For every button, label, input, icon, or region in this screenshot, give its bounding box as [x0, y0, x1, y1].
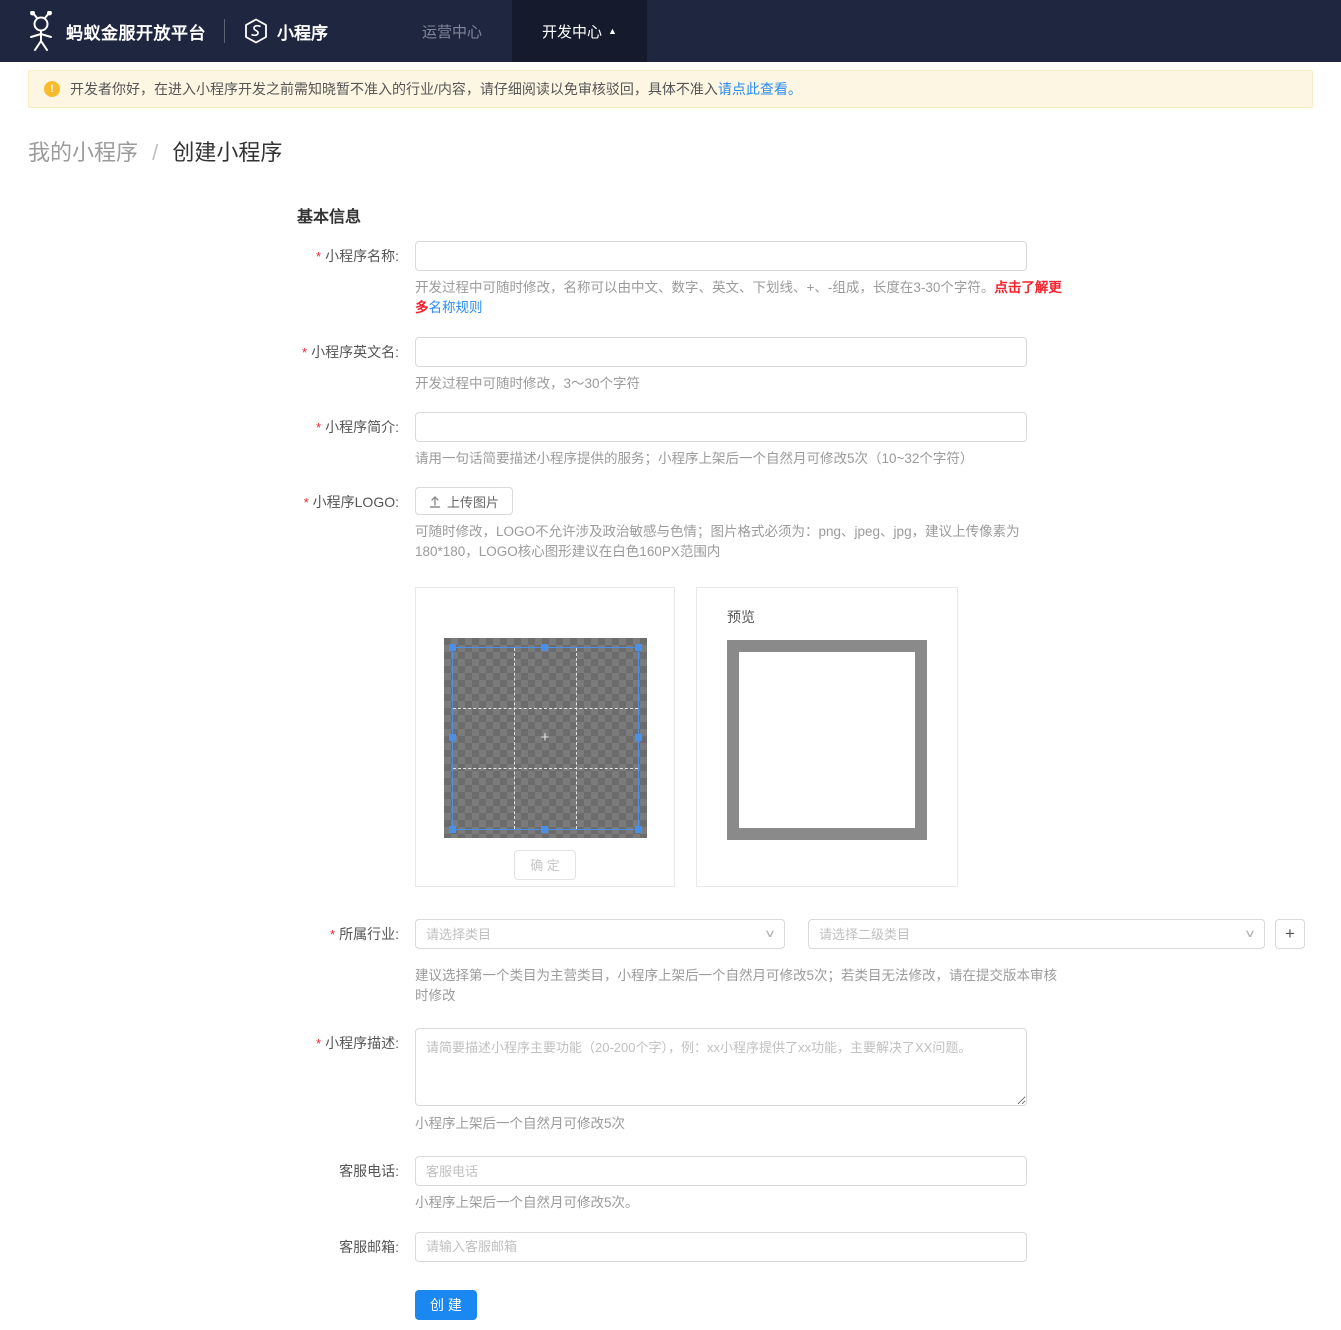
upload-icon: [429, 495, 441, 508]
field-row-phone: 客服电话: 小程序上架后一个自然月可修改5次。: [0, 1156, 1341, 1213]
create-button[interactable]: 创 建: [415, 1289, 477, 1320]
crop-panel: + 确 定: [415, 586, 675, 887]
field-row-en-name: * 小程序英文名: 开发过程中可随时修改，3～30个字符: [0, 336, 1341, 394]
field-row-logo: * 小程序LOGO: 上传图片 可随时修改，LOGO不允许涉及政治敏感与色情；图片…: [0, 487, 1341, 919]
banner-view-link[interactable]: 请点此查看。: [718, 81, 802, 97]
preview-panel: 预览: [696, 586, 958, 887]
logo-editor: + 确 定 预览: [415, 586, 1065, 887]
field-row-email: 客服邮箱:: [0, 1231, 1341, 1262]
warning-banner: ! 开发者你好，在进入小程序开发之前需知晓暂不准入的行业/内容，请仔细阅读以免审…: [28, 70, 1313, 108]
crop-selection[interactable]: +: [448, 643, 642, 833]
industry-help: 建议选择第一个类目为主营类目，小程序上架后一个自然月可修改5次；若类目无法修改，…: [415, 967, 1058, 1003]
add-industry-button[interactable]: +: [1275, 918, 1305, 949]
crop-guide-line: [514, 647, 516, 829]
crop-canvas[interactable]: +: [443, 637, 647, 838]
nav-menu: 运营中心 开发中心 ▲: [392, 0, 647, 62]
breadcrumb: 我的小程序 / 创建小程序: [28, 135, 1313, 167]
banner-text: 开发者你好，在进入小程序开发之前需知晓暂不准入的行业/内容，请仔细阅读以免审核驳…: [70, 81, 802, 97]
name-label: * 小程序名称:: [316, 248, 399, 264]
required-mark: *: [303, 495, 309, 510]
logo-preview-box: [727, 639, 927, 840]
phone-label: 客服电话:: [339, 1163, 399, 1180]
crop-guide-line: [452, 768, 638, 770]
field-row-description: *小程序描述: 小程序上架后一个自然月可修改5次: [0, 1028, 1341, 1134]
en-name-input[interactable]: [415, 336, 1027, 367]
nav-item-dev-center[interactable]: 开发中心 ▲: [512, 0, 647, 62]
preview-title: 预览: [727, 608, 755, 625]
logo-label: * 小程序LOGO:: [303, 494, 399, 510]
page-title: 创建小程序: [172, 140, 283, 165]
name-rules-link[interactable]: 名称规则: [429, 300, 483, 315]
intro-input[interactable]: [415, 411, 1027, 442]
crop-handle-middle-left[interactable]: [448, 734, 456, 741]
crop-handle-top-right[interactable]: [634, 643, 642, 651]
industry-subcategory-select[interactable]: 请选择二级类目 ∨: [808, 918, 1265, 949]
chevron-down-icon: ∨: [763, 928, 777, 940]
chevron-down-icon: ∨: [1243, 928, 1257, 940]
brand-divider: [224, 19, 225, 43]
industry-label: * 所属行业:: [330, 925, 399, 942]
breadcrumb-separator: /: [152, 140, 159, 165]
description-help: 小程序上架后一个自然月可修改5次: [415, 1116, 626, 1131]
top-navbar: 蚂蚁金服开放平台 小程序 运营中心 开发中心 ▲: [0, 0, 1341, 62]
breadcrumb-my-miniprograms[interactable]: 我的小程序: [28, 140, 138, 165]
crop-guide-line: [452, 707, 638, 709]
en-name-label: * 小程序英文名:: [302, 343, 399, 360]
phone-help: 小程序上架后一个自然月可修改5次。: [415, 1195, 639, 1211]
description-label: * 小程序描述:: [316, 1035, 399, 1051]
email-label: 客服邮箱:: [339, 1238, 399, 1255]
crop-handle-bottom-middle[interactable]: [541, 825, 548, 833]
name-input[interactable]: [415, 241, 1027, 271]
crop-handle-middle-right[interactable]: [634, 734, 642, 741]
section-title-basic-info: 基本信息: [297, 209, 362, 226]
intro-help: 请用一句话简要描述小程序提供的服务；小程序上架后一个自然月可修改5次（10~32…: [415, 450, 974, 466]
required-mark: *: [316, 419, 322, 435]
caret-up-icon: ▲: [608, 26, 617, 36]
crop-handle-top-middle[interactable]: [541, 643, 548, 651]
miniprogram-hexagon-icon: [245, 18, 267, 44]
ant-mascot-icon: [30, 11, 52, 51]
field-row-industry: * 所属行业: 请选择类目 ∨ 请选择二级类目 ∨ + 建议选择第一个类目为主营类…: [0, 918, 1341, 1007]
required-mark: *: [302, 344, 308, 360]
brand-title: 蚂蚁金服开放平台: [66, 23, 206, 43]
intro-label: * 小程序简介:: [316, 418, 399, 435]
crosshair-icon: +: [540, 728, 550, 746]
product-area[interactable]: 小程序: [243, 0, 328, 62]
name-help: 开发过程中可随时修改，名称可以由中文、数字、英文、下划线、+、-组成，长度在3-…: [415, 280, 1062, 316]
description-textarea[interactable]: [415, 1028, 1027, 1106]
warning-icon: !: [44, 81, 60, 97]
phone-input[interactable]: [415, 1156, 1027, 1187]
industry-category-select[interactable]: 请选择类目 ∨: [415, 918, 785, 949]
product-title: 小程序: [277, 23, 328, 43]
field-row-intro: * 小程序简介: 请用一句话简要描述小程序提供的服务；小程序上架后一个自然月可修改…: [0, 411, 1341, 469]
en-name-help: 开发过程中可随时修改，3～30个字符: [415, 375, 641, 391]
crop-handle-bottom-right[interactable]: [634, 825, 642, 833]
field-row-name: * 小程序名称: 开发过程中可随时修改，名称可以由中文、数字、英文、下划线、+、-…: [0, 241, 1341, 319]
crop-handle-bottom-left[interactable]: [448, 825, 456, 833]
crop-confirm-button[interactable]: 确 定: [514, 849, 576, 880]
brand-area[interactable]: 蚂蚁金服开放平台: [26, 0, 206, 62]
logo-help: 可随时修改，LOGO不允许涉及政治敏感与色情；图片格式必须为：png、jpeg、…: [415, 524, 1020, 560]
required-mark: *: [316, 1036, 322, 1051]
required-mark: *: [330, 926, 336, 942]
required-mark: *: [316, 249, 322, 264]
crop-handle-top-left[interactable]: [448, 643, 456, 651]
nav-item-operations-center[interactable]: 运营中心: [392, 0, 512, 62]
email-input[interactable]: [415, 1231, 1027, 1262]
crop-guide-line: [575, 647, 577, 829]
upload-image-button[interactable]: 上传图片: [415, 487, 514, 515]
